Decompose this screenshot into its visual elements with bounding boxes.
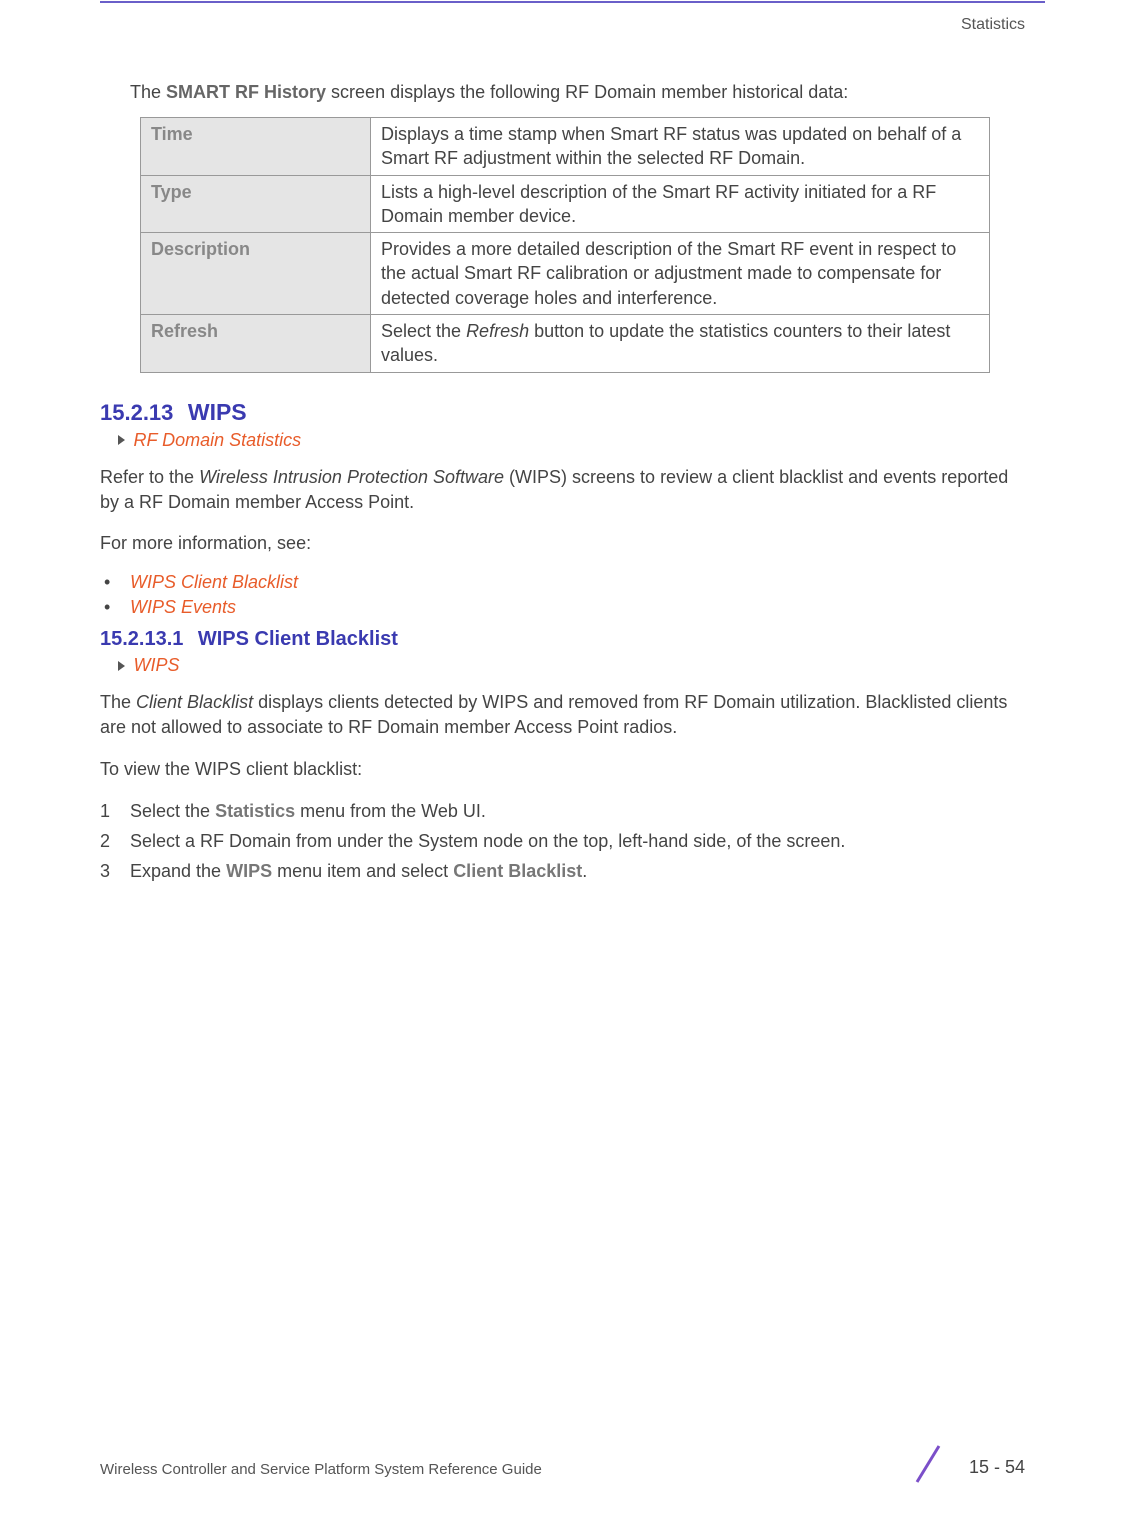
step-item: Expand the WIPS menu item and select Cli… — [100, 858, 1025, 884]
intro-paragraph: The SMART RF History screen displays the… — [100, 82, 1025, 103]
smart-rf-history-table: Time Displays a time stamp when Smart RF… — [140, 117, 990, 373]
step-item: Select the Statistics menu from the Web … — [100, 798, 1025, 824]
table-row: Type Lists a high-level description of t… — [141, 175, 990, 233]
para-italic: Wireless Intrusion Protection Software — [199, 467, 504, 487]
breadcrumb: RF Domain Statistics — [118, 430, 1025, 451]
table-term: Time — [141, 118, 371, 176]
step-bold: Client Blacklist — [453, 861, 582, 881]
subsection-number: 15.2.13.1 — [100, 628, 183, 650]
step-item: Select a RF Domain from under the System… — [100, 828, 1025, 854]
intro-post: screen displays the following RF Domain … — [326, 82, 848, 102]
def-italic: Refresh — [466, 321, 529, 341]
more-info-label: For more information, see: — [100, 531, 1025, 556]
table-row: Refresh Select the Refresh button to upd… — [141, 315, 990, 373]
breadcrumb-link[interactable]: WIPS — [133, 655, 179, 675]
triangle-icon — [118, 435, 125, 445]
page-content: The SMART RF History screen displays the… — [100, 82, 1025, 888]
link-wips-client-blacklist[interactable]: WIPS Client Blacklist — [130, 572, 298, 592]
breadcrumb-link[interactable]: RF Domain Statistics — [133, 430, 301, 450]
footer-slash-icon — [911, 1444, 945, 1484]
list-item: WIPS Client Blacklist — [100, 572, 1025, 593]
link-wips-events[interactable]: WIPS Events — [130, 597, 236, 617]
intro-bold: SMART RF History — [166, 82, 326, 102]
more-info-list: WIPS Client Blacklist WIPS Events — [100, 572, 1025, 618]
section-heading-wips: 15.2.13 WIPS — [100, 399, 1025, 426]
breadcrumb: WIPS — [118, 655, 1025, 676]
table-def: Displays a time stamp when Smart RF stat… — [371, 118, 990, 176]
para-text: The — [100, 692, 136, 712]
table-term: Refresh — [141, 315, 371, 373]
step-text: Select the — [130, 801, 215, 821]
def-text: Lists a high-level description of the Sm… — [381, 182, 936, 226]
wips-intro-paragraph: Refer to the Wireless Intrusion Protecti… — [100, 465, 1025, 515]
step-text: menu item and select — [272, 861, 453, 881]
step-text: . — [582, 861, 587, 881]
header-section-label: Statistics — [961, 16, 1025, 34]
page-footer: Wireless Controller and Service Platform… — [100, 1448, 1025, 1478]
table-def: Select the Refresh button to update the … — [371, 315, 990, 373]
def-text: Select the — [381, 321, 466, 341]
para-text: Refer to the — [100, 467, 199, 487]
steps-intro: To view the WIPS client blacklist: — [100, 757, 1025, 782]
table-def: Provides a more detailed description of … — [371, 233, 990, 315]
subsection-title: WIPS Client Blacklist — [198, 628, 398, 650]
page-number: 15 - 54 — [969, 1457, 1025, 1478]
section-number: 15.2.13 — [100, 400, 173, 425]
step-bold: WIPS — [226, 861, 272, 881]
step-text: Expand the — [130, 861, 226, 881]
para-italic: Client Blacklist — [136, 692, 253, 712]
table-term: Type — [141, 175, 371, 233]
step-bold: Statistics — [215, 801, 295, 821]
step-text: Select a RF Domain from under the System… — [130, 831, 845, 851]
steps-list: Select the Statistics menu from the Web … — [100, 798, 1025, 884]
footer-guide-title: Wireless Controller and Service Platform… — [100, 1461, 542, 1478]
table-def: Lists a high-level description of the Sm… — [371, 175, 990, 233]
def-text: Displays a time stamp when Smart RF stat… — [381, 124, 961, 168]
subsection-heading-client-blacklist: 15.2.13.1 WIPS Client Blacklist — [100, 628, 1025, 651]
client-blacklist-intro: The Client Blacklist displays clients de… — [100, 690, 1025, 740]
table-row: Description Provides a more detailed des… — [141, 233, 990, 315]
step-text: menu from the Web UI. — [295, 801, 486, 821]
top-rule — [100, 1, 1045, 3]
table-row: Time Displays a time stamp when Smart RF… — [141, 118, 990, 176]
table-term: Description — [141, 233, 371, 315]
section-title: WIPS — [188, 399, 247, 425]
def-text: Provides a more detailed description of … — [381, 239, 956, 308]
triangle-icon — [118, 661, 125, 671]
list-item: WIPS Events — [100, 597, 1025, 618]
intro-pre: The — [130, 82, 166, 102]
